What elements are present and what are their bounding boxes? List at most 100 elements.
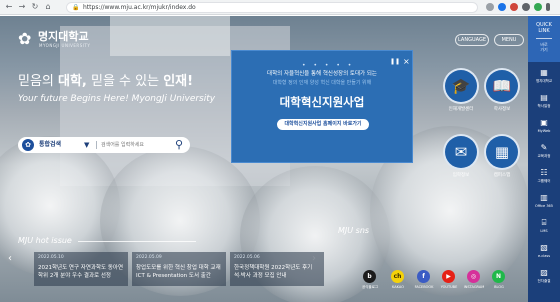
quick-link-item[interactable]: ⌸ LMS <box>528 216 560 240</box>
quick-link-item[interactable]: ▤ 학사일정 <box>528 91 560 115</box>
sns-heading: MJU sns <box>338 226 370 235</box>
prev-arrow-icon[interactable]: ‹ <box>8 253 12 265</box>
quick-link-label: 명지대학교 <box>535 79 553 83</box>
search-input[interactable] <box>101 139 171 151</box>
quick-link-divider <box>536 38 552 39</box>
university-logo[interactable]: ✿ 명지대학교 MYONGJI UNIVERSITY <box>18 30 108 52</box>
quick-link-sidebar: QUICK LINK 바로 가기 ▦ 명지대학교 ▤ 학사일정 ▣ MyWeb … <box>528 16 560 302</box>
news-title-2: 학위 2개 분야 우수 결과로 선정 <box>38 273 111 279</box>
search-emblem-icon: ✿ <box>22 139 34 151</box>
calendar-icon: ▤ <box>540 93 548 102</box>
search-bar: ✿ 통합검색 ▼ ⚲ <box>18 137 190 153</box>
popup-line2: 대학형 정의 인재 양성 혁신 대학을 만들기 위해 <box>272 80 372 86</box>
hero-section: ✿ 명지대학교 MYONGJI UNIVERSITY LANGUAGE MENU… <box>0 16 560 302</box>
extension-icon[interactable] <box>510 3 518 11</box>
quick-link-label: MyWeb <box>537 129 551 133</box>
news-title-2: 석·박사 과정 모집 안내 <box>234 273 287 279</box>
quick-link-sub-2: 가기 <box>540 47 548 52</box>
hot-issue-rule <box>78 241 196 242</box>
sns-label: BLOG <box>494 285 504 289</box>
quick-link-label: 그룹웨어 <box>537 179 551 183</box>
chevron-down-icon[interactable]: ▼ <box>84 138 89 152</box>
browser-toolbar: ← → ↻ ⌂ 🔒 https://www.mju.ac.kr/mjukr/in… <box>0 0 560 15</box>
puzzle-icon[interactable] <box>522 3 530 11</box>
lms-icon: ⌸ <box>541 218 547 227</box>
background-building-roof <box>110 16 230 56</box>
office-icon: ▥ <box>540 193 548 202</box>
facebook-icon[interactable]: f <box>417 270 430 283</box>
quick-link-item[interactable]: ▨ 전자출결 <box>528 266 560 290</box>
naver-blog-icon[interactable]: N <box>492 270 505 283</box>
quick-link-item[interactable]: ▧ e-class <box>528 241 560 265</box>
news-card[interactable]: 2022.05.10 2021학년도 연구 자연과학도 동아연 학위 2개 분야… <box>34 252 128 286</box>
search-icon[interactable]: ⚲ <box>173 138 185 152</box>
groupware-icon: ☷ <box>540 168 548 177</box>
reload-icon[interactable]: ↻ <box>30 2 40 12</box>
popup-title: 대학혁신지원사업 <box>279 95 365 109</box>
sns-label: 공식블로그 <box>361 285 379 289</box>
news-title: 한국정책대학원 2022학년도 후기 <box>234 265 313 271</box>
menu-button[interactable]: MENU <box>494 34 524 46</box>
home-icon[interactable]: ⌂ <box>43 2 53 12</box>
quick-circle-label: 캠퍼스맵 <box>493 173 511 178</box>
search-category-select[interactable]: 통합검색 <box>39 138 61 152</box>
quick-link-item[interactable]: ▥ Office 365 <box>528 191 560 215</box>
news-date: 2022.05.06 <box>234 255 260 260</box>
language-button[interactable]: LANGUAGE <box>455 34 489 46</box>
pause-icon[interactable]: ❚❚ <box>390 58 400 65</box>
building-icon[interactable]: ▦ <box>484 134 520 170</box>
admission-icon[interactable]: ✉ <box>443 134 479 170</box>
kakao-icon[interactable]: ch <box>391 270 404 283</box>
book-icon[interactable]: 📖 <box>484 68 520 104</box>
quick-link-item[interactable]: ▦ 명지대학교 <box>528 66 560 90</box>
emblem-icon: ✿ <box>18 29 32 48</box>
bookmark-star-icon[interactable] <box>498 3 506 11</box>
profile-icon[interactable] <box>534 3 542 11</box>
quick-link-label: 전자출결 <box>537 279 551 283</box>
address-bar[interactable]: 🔒 https://www.mju.ac.kr/mjukr/index.do <box>66 2 478 13</box>
back-icon[interactable]: ← <box>4 2 14 12</box>
quick-link-label: LMS <box>540 229 548 233</box>
logo-korean-name: 명지대학교 <box>38 30 89 43</box>
news-date: 2022.05.10 <box>38 255 64 260</box>
graduate-icon[interactable]: 🎓 <box>443 68 479 104</box>
hot-issue-heading: MJU hot issue <box>18 236 72 245</box>
blog-icon[interactable]: b <box>363 270 376 283</box>
news-title-2: ICT & Presentation 도서 출간 <box>136 273 211 279</box>
zoom-icon[interactable] <box>486 3 494 11</box>
news-title: 2021학년도 연구 자연과학도 동아연 <box>38 265 124 271</box>
search-divider <box>96 141 97 149</box>
kebab-menu-icon[interactable] <box>546 3 550 11</box>
myweb-icon: ▣ <box>540 118 548 127</box>
news-date: 2022.05.09 <box>136 255 162 260</box>
quick-link-header[interactable]: QUICK LINK 바로 가기 <box>528 16 560 62</box>
lock-icon: 🔒 <box>72 4 80 11</box>
quick-circle-label: 학사정보 <box>493 107 511 112</box>
news-card[interactable]: 2022.05.06 한국정책대학원 2022학년도 후기 석·박사 과정 모집… <box>230 252 324 286</box>
attendance-icon: ▨ <box>540 268 548 277</box>
quick-link-label: Office 365 <box>534 204 553 208</box>
portal-icon: ▦ <box>540 68 548 77</box>
popup-link-button[interactable]: 대학혁신지원사업 홈페이지 바로가기 <box>277 119 369 130</box>
instagram-icon[interactable]: ◎ <box>467 270 480 283</box>
close-icon[interactable]: × <box>403 58 410 66</box>
forward-icon[interactable]: → <box>17 2 27 12</box>
slogan-en: Your future Begins Here! MyongJi Univers… <box>18 94 216 104</box>
slogan-ko: 믿음의 대학, 믿을 수 있는 인재! <box>18 74 194 89</box>
quick-link-label: 학사일정 <box>537 104 551 108</box>
youtube-icon[interactable]: ▶ <box>442 270 455 283</box>
url-text: https://www.mju.ac.kr/mjukr/index.do <box>83 4 196 11</box>
news-title: 창업도모를 위한 혁신 창업 대학 교재 <box>136 265 221 271</box>
quick-link-item[interactable]: ▣ MyWeb <box>528 116 560 140</box>
news-card[interactable]: 2022.05.09 창업도모를 위한 혁신 창업 대학 교재 ICT & Pr… <box>132 252 226 286</box>
popup-line1: 대학의 자율혁신을 통해 혁신성장의 토대가 되는 <box>267 71 377 77</box>
quick-link-item[interactable]: ☷ 그룹웨어 <box>528 166 560 190</box>
quick-link-item[interactable]: ✎ 교육과정 <box>528 141 560 165</box>
quick-link-title-2: LINK <box>538 28 550 34</box>
promo-popup: ❚❚ × • • • • • 대학의 자율혁신을 통해 혁신성장의 토대가 되는… <box>231 50 413 163</box>
quick-link-label: e-class <box>537 254 551 258</box>
quick-link-label: 교육과정 <box>537 154 551 158</box>
decor-dots: • • • • • <box>302 62 355 69</box>
curriculum-icon: ✎ <box>540 143 548 152</box>
logo-english-name: MYONGJI UNIVERSITY <box>39 43 91 48</box>
